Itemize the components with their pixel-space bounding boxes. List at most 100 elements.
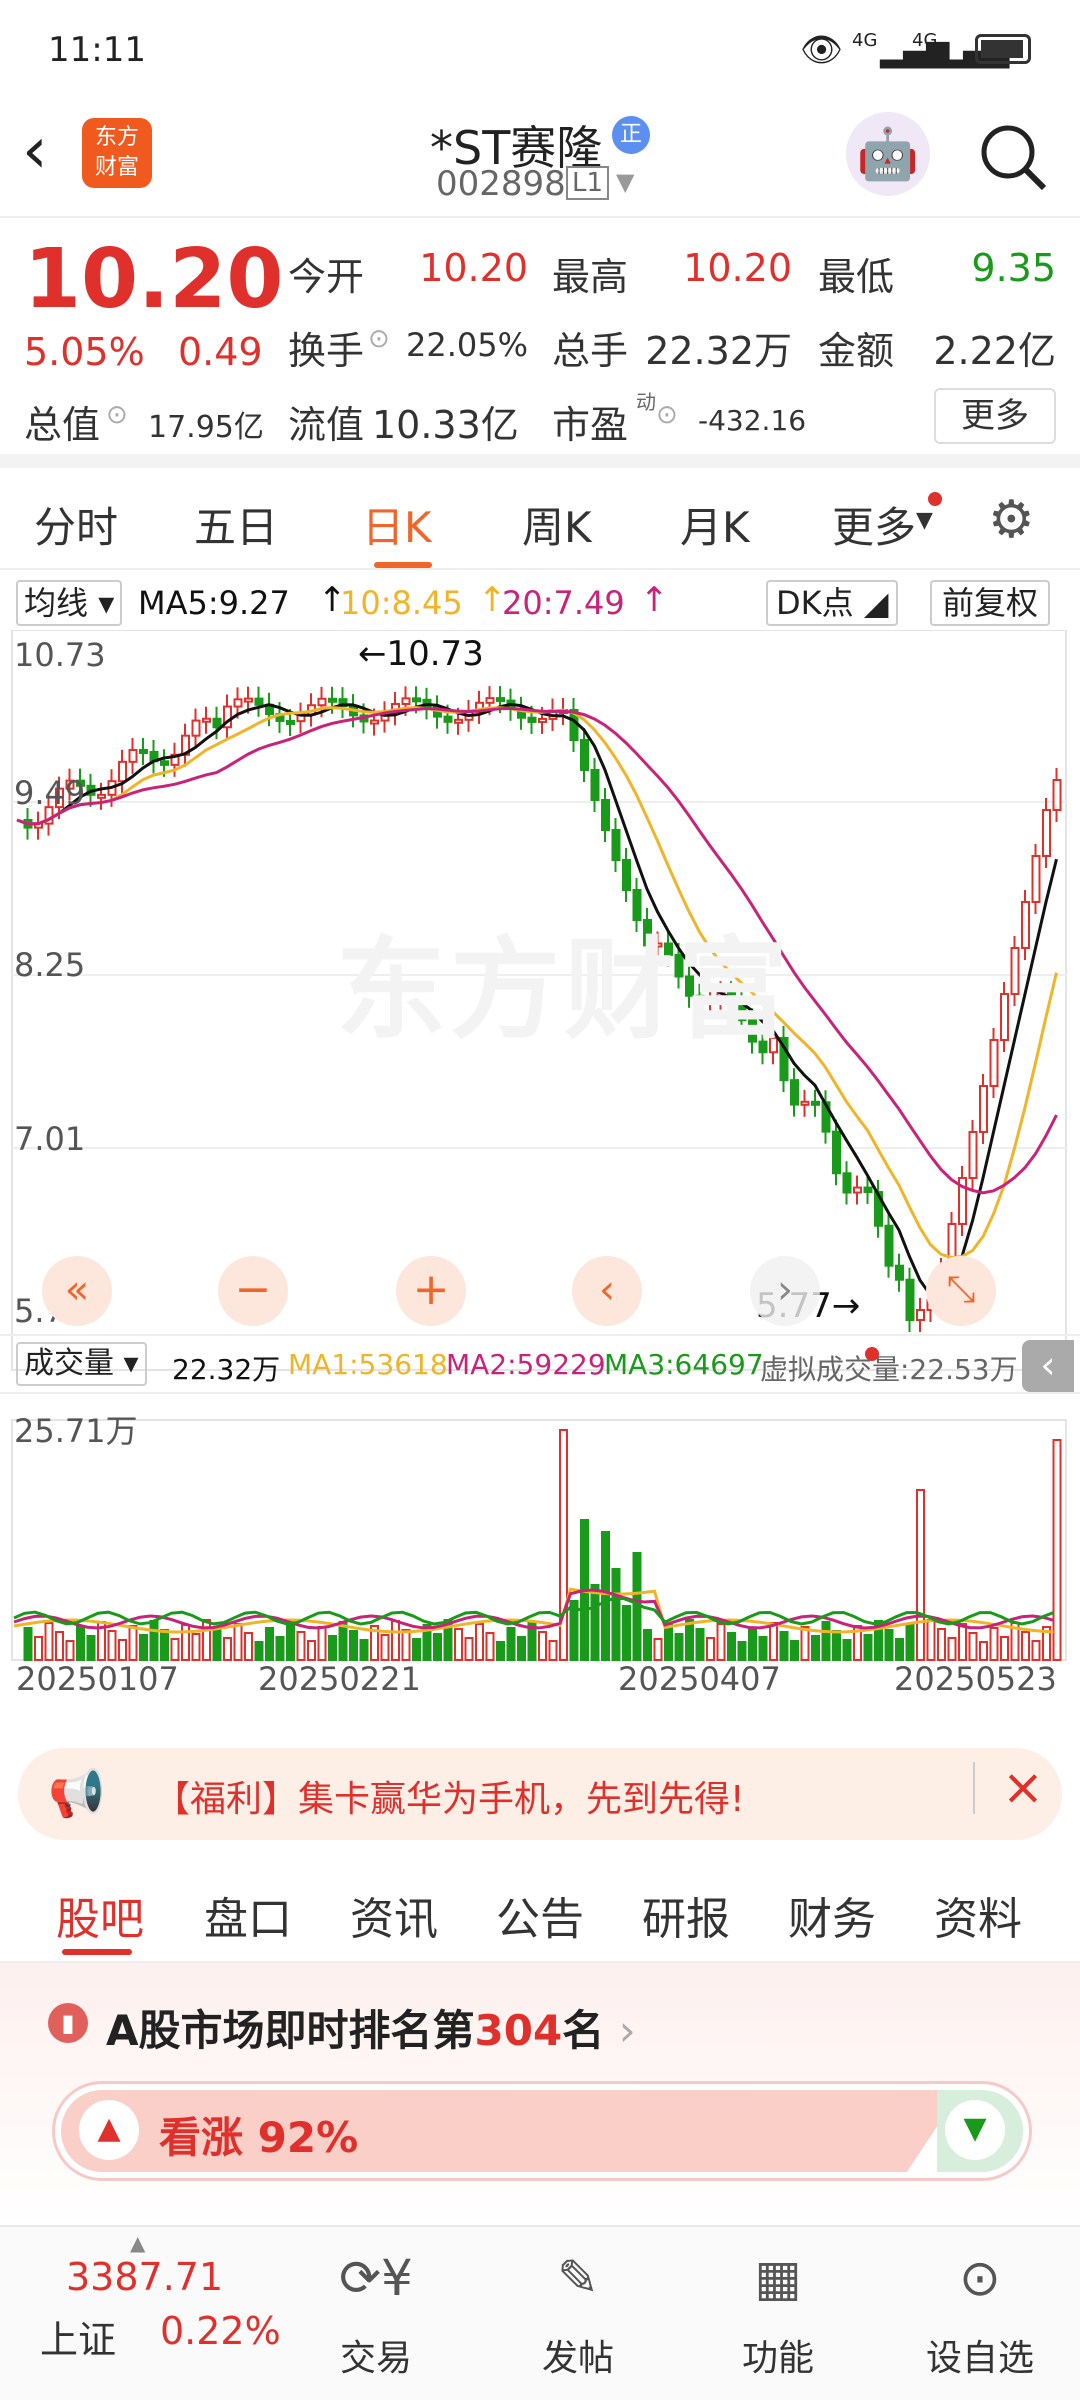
tab-daily-k[interactable]: 日K (362, 494, 432, 555)
trade-icon[interactable]: ⟳¥ (306, 2249, 446, 2307)
volume-bar-93 (989, 1627, 999, 1661)
nav-add-watch[interactable]: 设自选 (910, 2329, 1050, 2381)
candle-body-46 (496, 697, 505, 703)
tab-guba[interactable]: 股吧 (56, 1883, 144, 1947)
gear-icon[interactable]: ⚙ (988, 490, 1035, 550)
scroll-left-icon[interactable]: ‹ (572, 1256, 642, 1326)
y-label-max: 10.73 (14, 636, 106, 674)
tab-more[interactable]: 更多 (832, 494, 916, 555)
dk-point-button[interactable]: DK点 ◢ (766, 580, 899, 626)
more-button[interactable]: 更多 (934, 388, 1056, 444)
volume-bar-84 (895, 1638, 904, 1661)
price-change: 0.49 (178, 330, 263, 374)
bull-percent: 看涨 92% (159, 2113, 359, 2162)
tab-profile[interactable]: 资料 (934, 1883, 1022, 1947)
candle-body-56 (601, 799, 610, 831)
candle-body-98 (1042, 809, 1051, 857)
post-icon[interactable]: ✎ (508, 2249, 648, 2307)
grid-icon[interactable]: ▦ (708, 2249, 848, 2307)
robot-avatar-icon[interactable]: 🤖 (846, 112, 930, 196)
net-label-1: 4G (852, 30, 878, 51)
bull-up-icon[interactable]: ▲ (79, 2100, 139, 2160)
pe-superscript: 动 (636, 390, 656, 414)
candle-body-84 (895, 1264, 904, 1281)
adjust-button[interactable]: 前复权 (930, 580, 1051, 626)
index-value[interactable]: 3387.71 (66, 2255, 223, 2299)
volume-bar-42 (454, 1628, 463, 1661)
zoom-in-icon[interactable]: + (396, 1256, 466, 1326)
pct-change: 5.05% (24, 330, 145, 374)
caret-up-icon: ▲ (130, 2231, 146, 2255)
kline-svg[interactable] (0, 630, 1080, 1700)
high-value: 10.20 (683, 246, 792, 290)
nav-functions[interactable]: 功能 (708, 2329, 848, 2381)
open-value: 10.20 (419, 246, 528, 290)
volume-bar-69 (737, 1641, 747, 1661)
candle-body-21 (233, 698, 243, 708)
zoom-out-icon[interactable]: − (218, 1256, 288, 1326)
nav-trade[interactable]: 交易 (306, 2329, 446, 2381)
scroll-right-icon[interactable]: › (750, 1256, 820, 1326)
candle-body-78 (832, 1130, 841, 1175)
ma-selector[interactable]: 均线 ▾ (16, 580, 123, 626)
volume-bar-74 (790, 1640, 799, 1661)
volume-label: 总手 (552, 329, 629, 373)
volume-bar-25 (275, 1636, 285, 1661)
promo-banner[interactable]: 📢 【福利】集卡赢华为手机，先到先得! × (18, 1748, 1062, 1840)
date-label-4: 20250523 (894, 1660, 1057, 1698)
pe-label: 市盈 (552, 403, 629, 447)
scroll-left-fast-icon[interactable]: « (42, 1256, 112, 1326)
more-dots-icon[interactable]: ⊙ (910, 2249, 1050, 2307)
nav-post[interactable]: 发帖 (508, 2329, 648, 2381)
volume-selector[interactable]: 成交量 ▾ (16, 1342, 147, 1386)
bear-down-icon[interactable]: ▼ (945, 2100, 1005, 2160)
info-icon-3[interactable]: ⊙ (656, 400, 678, 430)
volume-bar-62 (664, 1624, 673, 1661)
tab-pankou[interactable]: 盘口 (204, 1883, 292, 1947)
fullscreen-icon[interactable]: ⤡ (926, 1256, 996, 1326)
volume-bar-6 (76, 1626, 85, 1661)
collapse-icon[interactable]: ‹ (1022, 1340, 1074, 1392)
volume-bar-2 (34, 1636, 43, 1661)
candle-body-49 (527, 716, 537, 723)
tab-research[interactable]: 研报 (642, 1883, 730, 1947)
volume-bar-3 (44, 1622, 54, 1661)
volume-bar-65 (695, 1628, 705, 1661)
candle-body-22 (244, 697, 253, 703)
volume-bar-38 (412, 1638, 421, 1661)
tab-5day[interactable]: 五日 (194, 494, 278, 555)
float-mcap-label: 流值 (288, 403, 365, 447)
turnover-label: 换手 (288, 329, 365, 373)
tab-finance[interactable]: 财务 (788, 1883, 876, 1947)
pe-value: -432.16 (698, 404, 807, 437)
tab-news[interactable]: 资讯 (350, 1883, 438, 1947)
info-icon[interactable]: ⊙ (368, 324, 390, 354)
volume-bar-10 (118, 1639, 127, 1661)
rank-text[interactable]: A股市场即时排名第304名 › (106, 1997, 636, 2058)
candle-body-76 (811, 1100, 820, 1106)
candle-body-38 (412, 697, 421, 703)
chevron-right-icon: › (618, 2006, 636, 2055)
tab-weekly-k[interactable]: 周K (522, 494, 592, 555)
volume-bar-32 (349, 1630, 358, 1661)
search-icon[interactable] (976, 120, 1050, 194)
tab-announcements[interactable]: 公告 (496, 1883, 584, 1947)
date-label-1: 20250107 (16, 1660, 179, 1698)
tab-monthly-k[interactable]: 月K (680, 494, 750, 555)
info-icon-2[interactable]: ⊙ (106, 400, 128, 430)
volume-bar-78 (832, 1630, 841, 1661)
back-icon[interactable]: ‹ (22, 114, 48, 188)
volume-bar-51 (548, 1640, 558, 1661)
volume-bar-88 (937, 1628, 946, 1661)
volume-bar-26 (286, 1622, 295, 1661)
low-label: 最低 (818, 255, 895, 299)
level-badge[interactable]: L1 (566, 166, 610, 200)
volume-bar-47 (506, 1627, 516, 1661)
tab-intraday[interactable]: 分时 (34, 494, 118, 555)
close-icon[interactable]: × (1002, 1758, 1044, 1816)
volume-bar-73 (779, 1631, 789, 1661)
rank-prefix: A股市场即时排名第 (106, 2006, 475, 2055)
volume-bar-79 (842, 1639, 852, 1661)
candle-body-93 (989, 1039, 999, 1087)
chevron-down-icon[interactable]: ▼ (616, 168, 634, 196)
